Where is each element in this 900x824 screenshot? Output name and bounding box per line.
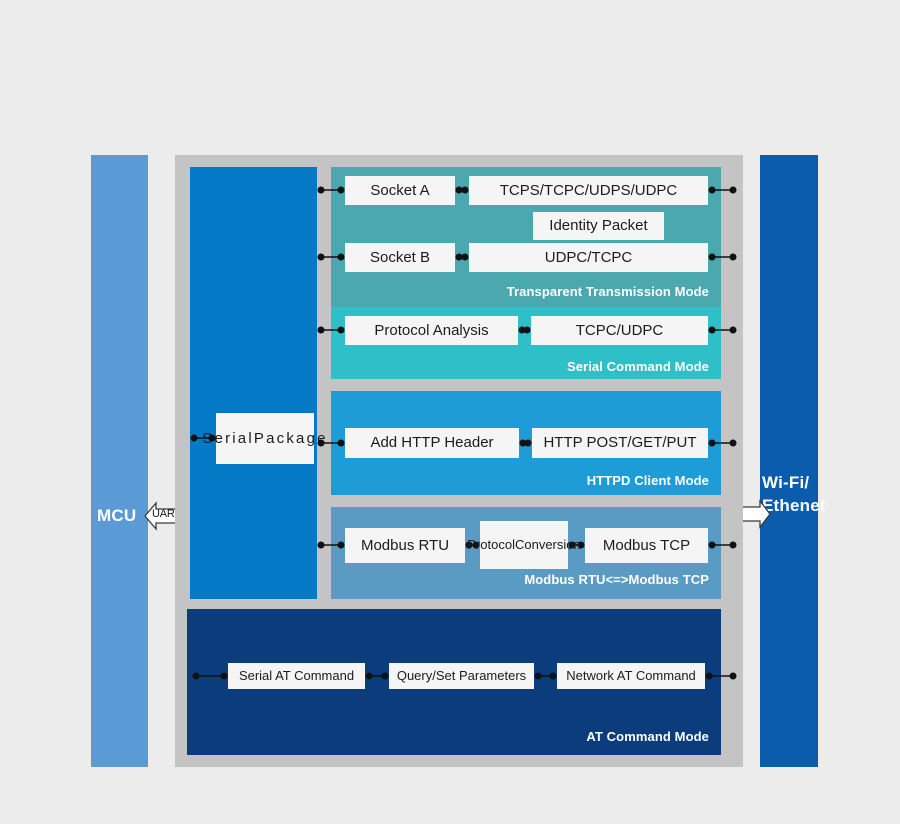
node-udpc-tcpc[interactable]: UDPC/TCPC xyxy=(469,243,708,272)
band-title-httpd-client: HTTPD Client Mode xyxy=(586,473,709,488)
network-label-line2: Ethenet xyxy=(762,495,826,515)
node-serial-package[interactable]: Serial Package xyxy=(202,413,325,464)
band-title-at-command: AT Command Mode xyxy=(586,729,709,744)
band-title-serial-command: Serial Command Mode xyxy=(566,359,709,374)
network-label: Wi-Fi/ Ethenet xyxy=(762,472,826,518)
serial-package-line1: Serial xyxy=(202,429,254,447)
node-protocol-analysis[interactable]: Protocol Analysis xyxy=(345,316,518,345)
mcu-bar xyxy=(91,155,148,767)
node-identity-packet[interactable]: Identity Packet xyxy=(533,212,664,240)
serial-package-line2: Package xyxy=(253,429,328,447)
network-label-line1: Wi-Fi/ xyxy=(762,473,810,492)
node-modbus-rtu[interactable]: Modbus RTU xyxy=(345,528,465,563)
node-modbus-tcp[interactable]: Modbus TCP xyxy=(585,528,708,563)
diagram-canvas: MCU UART Wi-Fi/ Ethenet Serial Package S… xyxy=(0,0,900,824)
band-title-modbus: Modbus RTU<=>Modbus TCP xyxy=(524,572,709,587)
protocol-conversion-line2: Conversion xyxy=(514,537,581,553)
network-bar xyxy=(760,155,818,767)
node-http-post-get-put[interactable]: HTTP POST/GET/PUT xyxy=(532,428,708,458)
node-network-at-command[interactable]: Network AT Command xyxy=(557,663,705,689)
node-serial-at-command[interactable]: Serial AT Command xyxy=(228,663,365,689)
node-query-set-parameters[interactable]: Query/Set Parameters xyxy=(389,663,534,689)
node-socket-b[interactable]: Socket B xyxy=(345,243,455,272)
node-add-http-header[interactable]: Add HTTP Header xyxy=(345,428,519,458)
mcu-label: MCU xyxy=(97,506,137,525)
node-tcps-tcpc-udps-udpc[interactable]: TCPS/TCPC/UDPS/UDPC xyxy=(469,176,708,205)
protocol-conversion-line1: Protocol xyxy=(467,537,515,553)
node-protocol-conversion[interactable]: Protocol Conversion xyxy=(467,521,581,569)
node-socket-a[interactable]: Socket A xyxy=(345,176,455,205)
serial-package-panel xyxy=(190,167,317,599)
node-tcpc-udpc[interactable]: TCPC/UDPC xyxy=(531,316,708,345)
band-title-transparent-transmission: Transparent Transmission Mode xyxy=(506,284,709,299)
